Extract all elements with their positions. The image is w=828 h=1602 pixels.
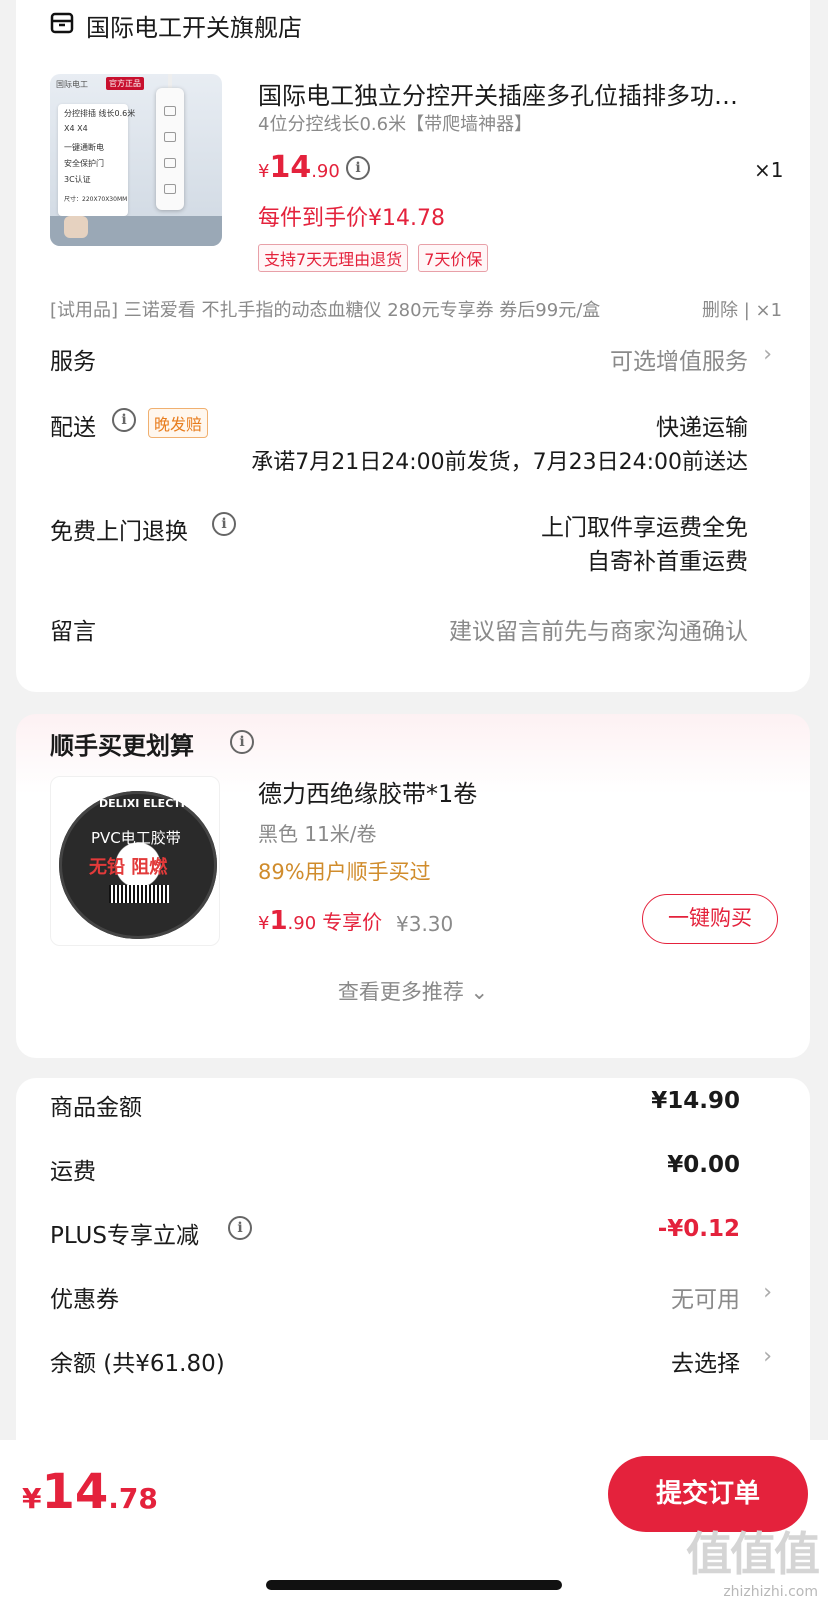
return-badge: 支持7天无理由退货 (258, 244, 409, 272)
watermark: 值值值 zhizhizhi.com (678, 1518, 820, 1600)
delivery-info-icon[interactable]: i (112, 408, 136, 432)
total-dec: .78 (108, 1482, 158, 1515)
final-price: 每件到手价¥14.78 (258, 206, 445, 231)
product-image-line: X4 X4 (64, 124, 88, 133)
coupon-label: 优惠券 (50, 1287, 119, 1313)
chevron-right-icon[interactable]: › (763, 342, 772, 367)
one-click-buy-button[interactable]: 一键购买 (642, 894, 778, 944)
product-image-brand: 国际电工 (56, 80, 88, 89)
product-image-line: 安全保护门 (64, 159, 104, 168)
message-label: 留言 (50, 619, 96, 645)
product-image-tag: 官方正品 (106, 77, 144, 90)
price-protect-badge: 7天价保 (418, 244, 489, 272)
price-int: 1 (269, 906, 288, 936)
watermark-logo: 值值值 (686, 1527, 820, 1581)
return-label: 免费上门退换 (50, 519, 188, 545)
plus-discount-label: PLUS专享立减 (50, 1223, 199, 1249)
checkout-bar: ¥14.78 提交订单 值值值 zhizhizhi.com (0, 1440, 828, 1602)
recommend-item-hint: 89%用户顺手买过 (258, 860, 431, 884)
trial-actions[interactable]: 删除 | ×1 (702, 296, 782, 322)
product-image-line: 一键通断电 (64, 143, 104, 152)
delivery-label: 配送 (50, 415, 96, 441)
goods-amount-label: 商品金额 (50, 1095, 142, 1121)
goods-amount-value: ¥14.90 (651, 1088, 740, 1114)
power-strip (156, 88, 184, 210)
price-info-icon[interactable]: i (346, 156, 370, 180)
home-indicator[interactable] (266, 1580, 562, 1590)
total-symbol: ¥ (22, 1482, 42, 1515)
product-image-line: 分控排插 线长0.6米 (64, 109, 136, 118)
product-title[interactable]: 国际电工独立分控开关插座多孔位插排多功… (258, 76, 768, 111)
balance-value[interactable]: 去选择 (671, 1344, 740, 1378)
price-int: 14 (269, 150, 312, 185)
chevron-right-icon[interactable]: › (763, 1344, 772, 1369)
recommend-title: 顺手买更划算 (50, 732, 194, 760)
product-quantity: ×1 (754, 158, 784, 182)
tape-image[interactable]: DELIXI ELECTRIC PVC电工胶带 无铅 阻燃 (50, 776, 220, 946)
recommend-item-title[interactable]: 德力西绝缘胶带*1卷 (258, 774, 477, 809)
price-symbol: ¥ (258, 161, 270, 182)
recommend-card: 顺手买更划算 i DELIXI ELECTRIC PVC电工胶带 无铅 阻燃 德… (16, 714, 810, 1058)
plus-info-icon[interactable]: i (228, 1216, 252, 1240)
product-image[interactable]: 国际电工 官方正品 分控排插 线长0.6米 X4 X4 一键通断电 安全保护门 … (50, 74, 222, 246)
tape-brand: DELIXI ELECTRIC (99, 797, 202, 810)
message-input[interactable]: 建议留言前先与商家沟通确认 (449, 612, 748, 646)
recommend-original-price: ¥3.30 (396, 912, 454, 936)
delivery-method[interactable]: 快递运输 (656, 408, 748, 442)
price-symbol: ¥ (258, 913, 270, 934)
late-compensation-badge: 晚发赔 (148, 408, 209, 438)
tape-line1: PVC电工胶带 (91, 829, 181, 847)
store-icon (50, 12, 74, 34)
product-image-box: 分控排插 线长0.6米 X4 X4 一键通断电 安全保护门 3C认证 尺寸：22… (58, 104, 135, 216)
product-image-line: 3C认证 (64, 175, 91, 184)
price-label: 专享价 (322, 910, 383, 934)
total-price: ¥14.78 (22, 1464, 158, 1520)
service-value[interactable]: 可选增值服务 (610, 342, 748, 376)
chevron-right-icon[interactable]: › (763, 1280, 772, 1305)
delivery-promise: 承诺7月21日24:00前发货，7月23日24:00前送达 (251, 450, 748, 475)
shipping-label: 运费 (50, 1159, 96, 1185)
service-label: 服务 (50, 349, 96, 375)
recommend-item-spec: 黑色 11米/卷 (258, 822, 377, 846)
coupon-value[interactable]: 无可用 (671, 1280, 740, 1314)
plus-discount-value: -¥0.12 (657, 1216, 740, 1242)
watermark-url: zhizhizhi.com (723, 1584, 818, 1600)
return-line2: 自寄补首重运费 (587, 549, 748, 575)
balance-label: 余额 (共¥61.80) (50, 1351, 225, 1377)
return-info-icon[interactable]: i (212, 512, 236, 536)
recommend-price: ¥1.90 专享价 (258, 906, 382, 936)
recommend-info-icon[interactable]: i (230, 730, 254, 754)
tape-line2: 无铅 阻燃 (89, 857, 168, 878)
return-line1[interactable]: 上门取件享运费全免 (541, 508, 748, 542)
order-item-card: 国际电工开关旗舰店 国际电工 官方正品 分控排插 线长0.6米 X4 X4 一键… (16, 0, 810, 692)
image-hand (64, 216, 88, 238)
barcode (109, 885, 169, 903)
store-name[interactable]: 国际电工开关旗舰店 (86, 8, 302, 43)
product-price: ¥14.90 (258, 150, 340, 185)
trial-item[interactable]: [试用品] 三诺爱看 不扎手指的动态血糖仪 280元专享券 券后99元/盒 (50, 296, 600, 322)
product-spec[interactable]: 4位分控线长0.6米【带爬墙神器】 (258, 110, 532, 136)
service-badges: 支持7天无理由退货 7天价保 (258, 244, 489, 272)
price-dec: .90 (287, 913, 317, 934)
product-image-line: 尺寸：220X70X30MM (64, 196, 128, 203)
total-int: 14 (41, 1464, 109, 1520)
more-recommend-link[interactable]: 查看更多推荐 ⌄ (16, 976, 810, 1006)
tape-label: DELIXI ELECTRIC PVC电工胶带 无铅 阻燃 (65, 791, 205, 921)
price-dec: .90 (311, 161, 340, 182)
shipping-value: ¥0.00 (667, 1152, 740, 1178)
